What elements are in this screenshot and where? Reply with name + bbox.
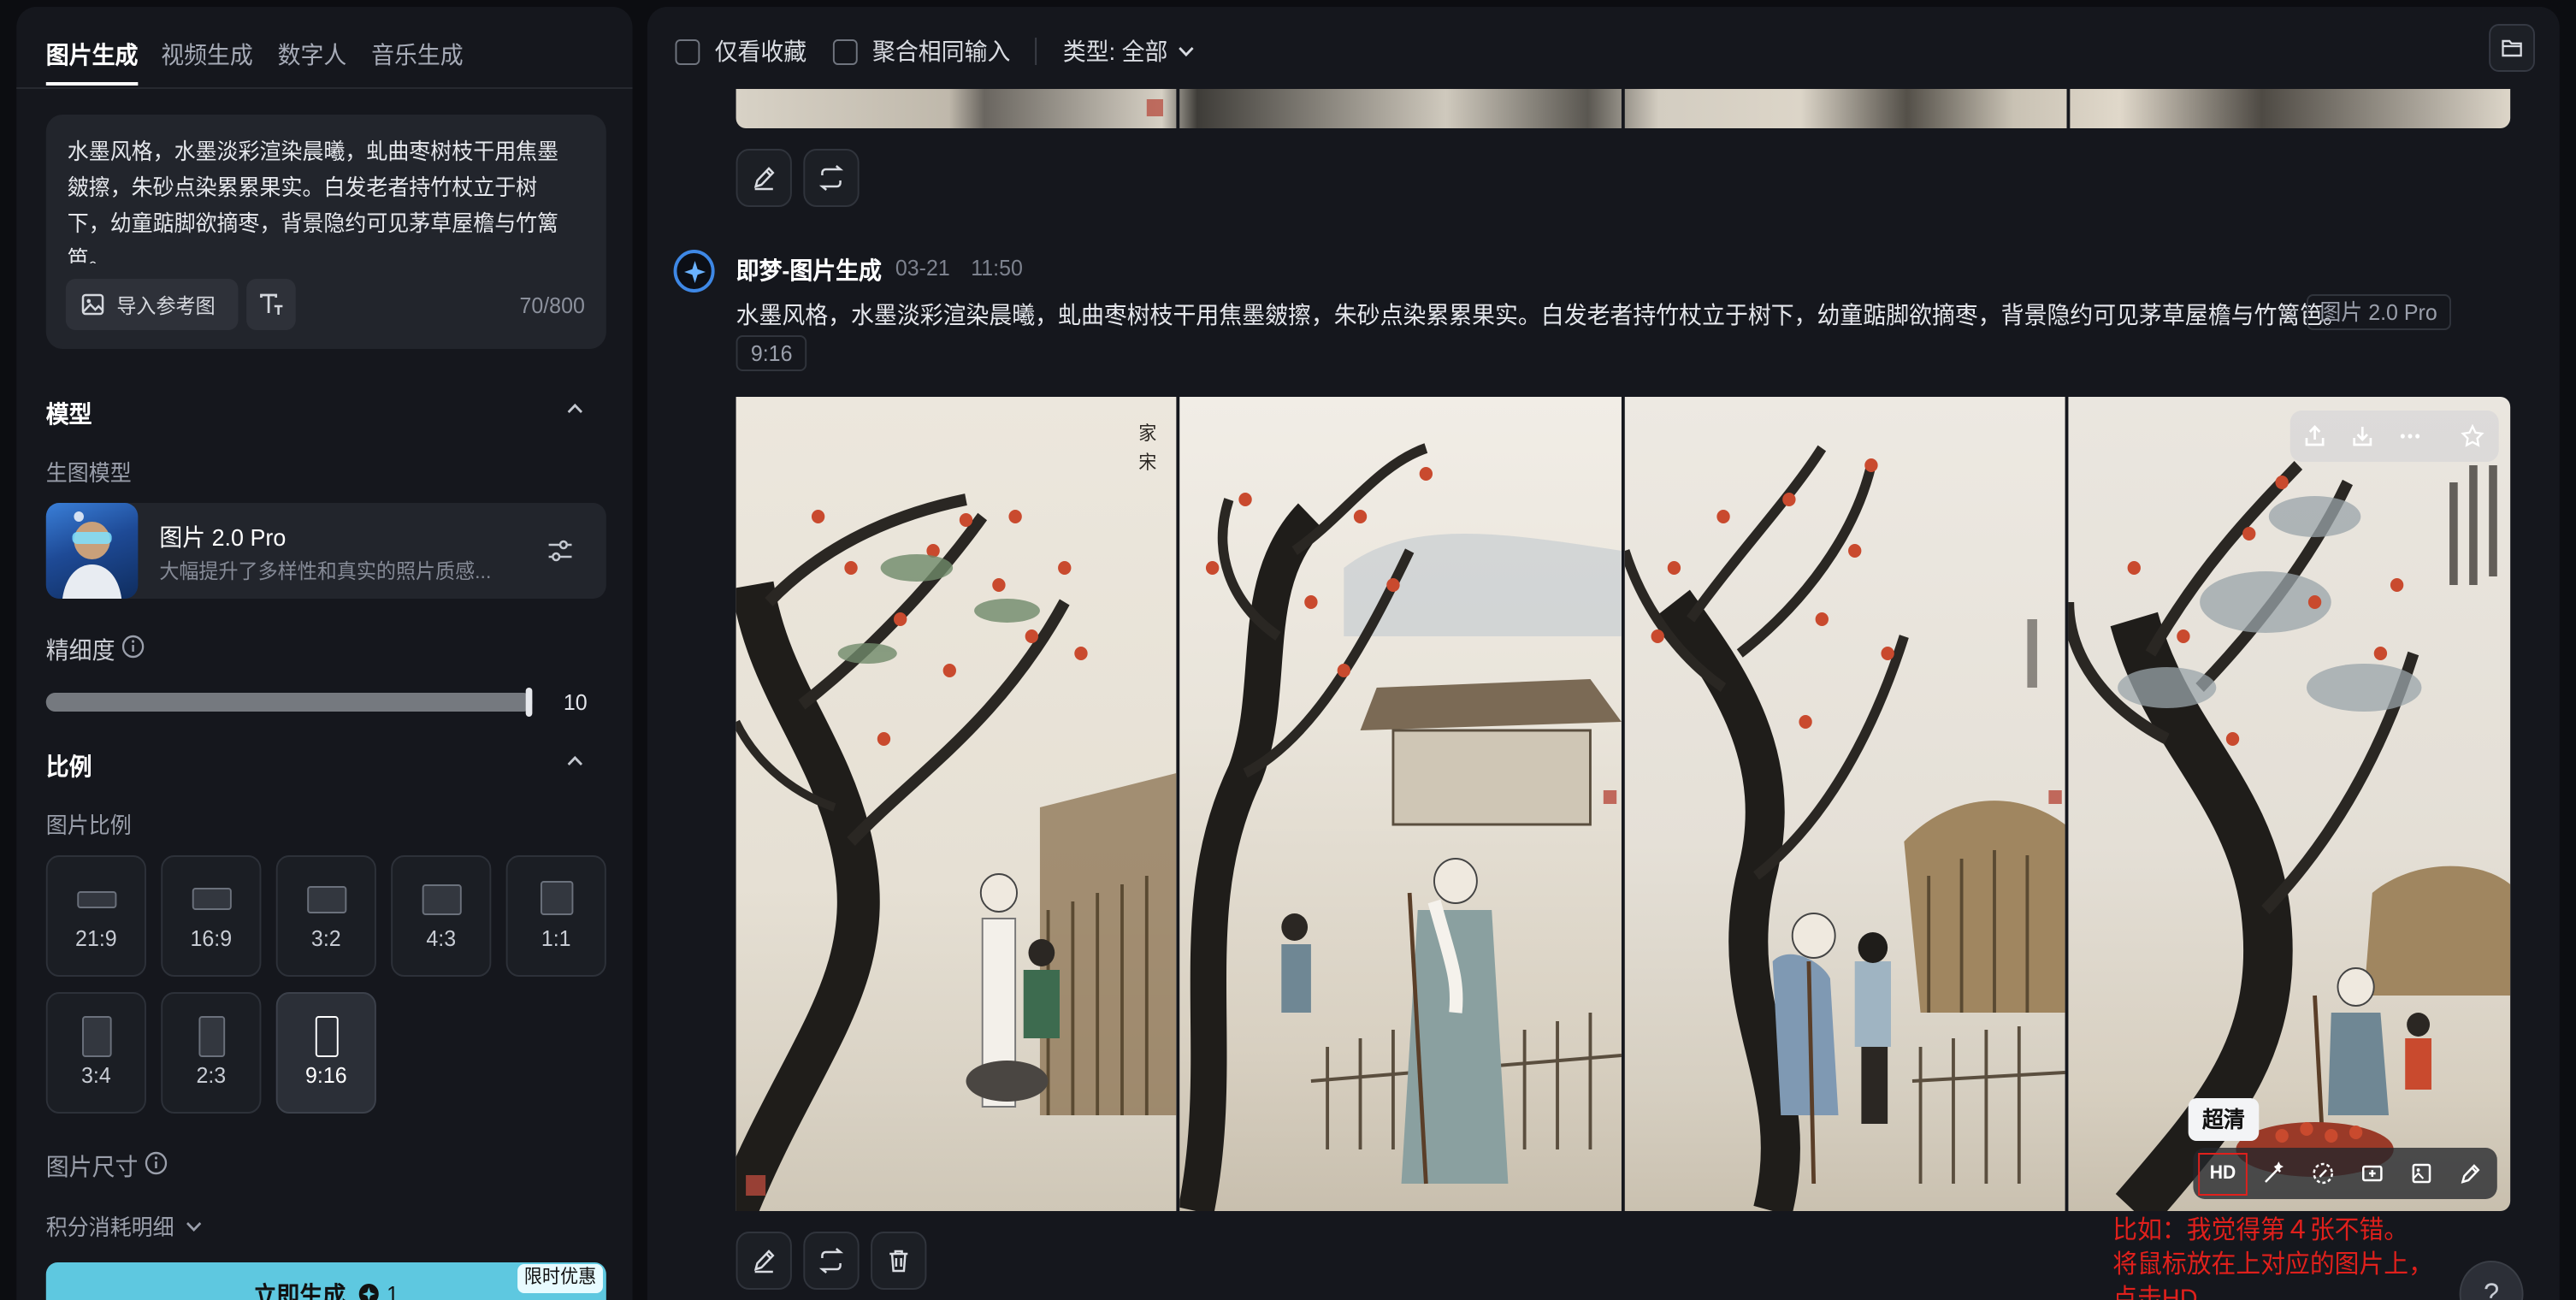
chevron-down-icon	[184, 1215, 204, 1236]
ratio-option-3-4[interactable]: 3:4	[45, 992, 146, 1114]
chevron-down-icon	[1176, 41, 1196, 62]
ratio-option-16-9[interactable]: 16:9	[161, 855, 262, 977]
regenerate-icon[interactable]	[803, 149, 860, 207]
share-icon[interactable]	[2296, 417, 2332, 455]
precision-label: 精细度	[45, 636, 115, 664]
edit-icon[interactable]	[736, 1232, 792, 1290]
cost-details-toggle[interactable]: 积分消耗明细	[46, 1209, 204, 1242]
tab-digital-human[interactable]: 数字人	[278, 38, 347, 72]
model-avatar	[45, 503, 139, 599]
regenerate-icon[interactable]	[803, 1232, 860, 1290]
ratio-option-3-2[interactable]: 3:2	[275, 855, 376, 977]
only-favorites-label: 仅看收藏	[714, 38, 807, 65]
hd-tooltip: 超清	[2188, 1098, 2260, 1141]
left-panel: 图片生成 视频生成 数字人 音乐生成 水墨风格，水墨淡彩渲染晨曦，虬曲枣树枝干用…	[16, 7, 633, 1300]
prompt-box[interactable]: 水墨风格，水墨淡彩渲染晨曦，虬曲枣树枝干用焦墨皴擦，朱砂点染累累果实。白发老者持…	[45, 115, 606, 349]
generation-prompt: 水墨风格，水墨淡彩渲染晨曦，虬曲枣树枝干用焦墨皴擦，朱砂点染累累果实。白发老者持…	[736, 301, 2347, 328]
generation-time: 11:50	[971, 255, 1023, 281]
crop-icon[interactable]	[2403, 1155, 2439, 1192]
info-icon[interactable]	[121, 635, 145, 667]
pen-icon[interactable]	[2453, 1155, 2489, 1192]
collapse-model-icon[interactable]	[564, 397, 587, 429]
only-favorites-checkbox[interactable]	[675, 39, 700, 65]
svg-text:宋: 宋	[1138, 452, 1156, 474]
folder-icon[interactable]	[2489, 24, 2535, 72]
edit-icon[interactable]	[736, 149, 792, 207]
ratio-option-2-3[interactable]: 2:3	[161, 992, 262, 1114]
delete-icon[interactable]	[871, 1232, 927, 1290]
annotation-text: 比如：我觉得第４张不错。 将鼠标放在上对应的图片上， 点击HD。	[2112, 1216, 2433, 1300]
model-tag: 图片 2.0 Pro	[2306, 294, 2451, 330]
import-reference-button[interactable]: 导入参考图	[65, 279, 239, 330]
tabs-divider	[16, 87, 633, 89]
promo-badge: 限时优惠	[517, 1264, 603, 1293]
model-settings-icon[interactable]	[547, 537, 574, 573]
ratio-section-title: 比例	[45, 753, 92, 780]
collapse-ratio-icon[interactable]	[564, 749, 587, 782]
precision-slider-handle[interactable]	[525, 688, 533, 717]
generator-avatar	[673, 250, 715, 292]
ratio-option-9-16[interactable]: 9:16	[275, 992, 376, 1114]
precision-slider-track[interactable]	[45, 693, 533, 712]
size-info-icon[interactable]	[145, 1151, 168, 1184]
generated-image-1[interactable]: 家宋	[736, 397, 1177, 1211]
previous-images-strip[interactable]	[736, 89, 2511, 128]
generation-author: 即梦-图片生成	[736, 257, 882, 284]
text-format-icon[interactable]	[246, 279, 296, 330]
credit-icon	[358, 1283, 380, 1300]
topbar-divider	[1035, 38, 1037, 65]
cost-details-label: 积分消耗明细	[45, 1214, 174, 1240]
eraser-icon[interactable]	[2305, 1155, 2341, 1192]
generated-image-4[interactable]	[2068, 397, 2511, 1211]
more-icon[interactable]	[2392, 417, 2428, 455]
generated-image-3[interactable]	[1624, 397, 2065, 1211]
precision-slider-fill	[45, 693, 533, 712]
merge-inputs-checkbox[interactable]	[832, 39, 858, 65]
magic-edit-icon[interactable]	[2255, 1155, 2291, 1192]
svg-text:家: 家	[1138, 423, 1156, 445]
ratio-sublabel: 图片比例	[45, 812, 132, 838]
ratio-tag: 9:16	[736, 335, 807, 371]
ratio-option-1-1[interactable]: 1:1	[505, 855, 606, 977]
model-section-title: 模型	[45, 400, 92, 428]
image-top-toolbar	[2289, 411, 2499, 462]
model-selector[interactable]: 图片 2.0 Pro 大幅提升了多样性和真实的照片质感...	[45, 503, 606, 599]
model-description: 大幅提升了多样性和真实的照片质感...	[159, 559, 492, 583]
image-bottom-toolbar: HD	[2193, 1148, 2497, 1199]
precision-value: 10	[563, 689, 588, 715]
ratio-option-4-3[interactable]: 4:3	[391, 855, 492, 977]
import-reference-label: 导入参考图	[116, 293, 216, 317]
expand-icon[interactable]	[2354, 1155, 2390, 1192]
tab-active-underline	[45, 82, 139, 86]
merge-inputs-label: 聚合相同输入	[872, 38, 1011, 65]
size-label: 图片尺寸	[45, 1153, 139, 1180]
hd-button[interactable]: HD	[2198, 1153, 2248, 1196]
model-name: 图片 2.0 Pro	[159, 523, 287, 551]
download-icon[interactable]	[2344, 417, 2380, 455]
ratio-option-21-9[interactable]: 21:9	[45, 855, 146, 977]
generate-cost: 1	[387, 1281, 399, 1300]
generation-date: 03-21	[895, 255, 950, 281]
image-plus-icon	[80, 291, 107, 318]
model-sublabel: 生图模型	[45, 460, 132, 486]
type-filter-label: 类型: 全部	[1062, 38, 1168, 65]
char-count: 70/800	[519, 292, 585, 318]
tab-video-generation[interactable]: 视频生成	[161, 38, 253, 72]
generated-image-2[interactable]	[1179, 397, 1622, 1211]
tab-music-generation[interactable]: 音乐生成	[371, 38, 464, 72]
type-filter-dropdown[interactable]: 类型: 全部	[1063, 34, 1196, 68]
generate-label: 立即生成	[253, 1280, 346, 1300]
tab-image-generation[interactable]: 图片生成	[46, 38, 139, 72]
star-icon[interactable]	[2455, 417, 2490, 455]
prompt-textarea[interactable]: 水墨风格，水墨淡彩渲染晨曦，虬曲枣树枝干用焦墨皴擦，朱砂点染累累果实。白发老者持…	[68, 133, 569, 263]
